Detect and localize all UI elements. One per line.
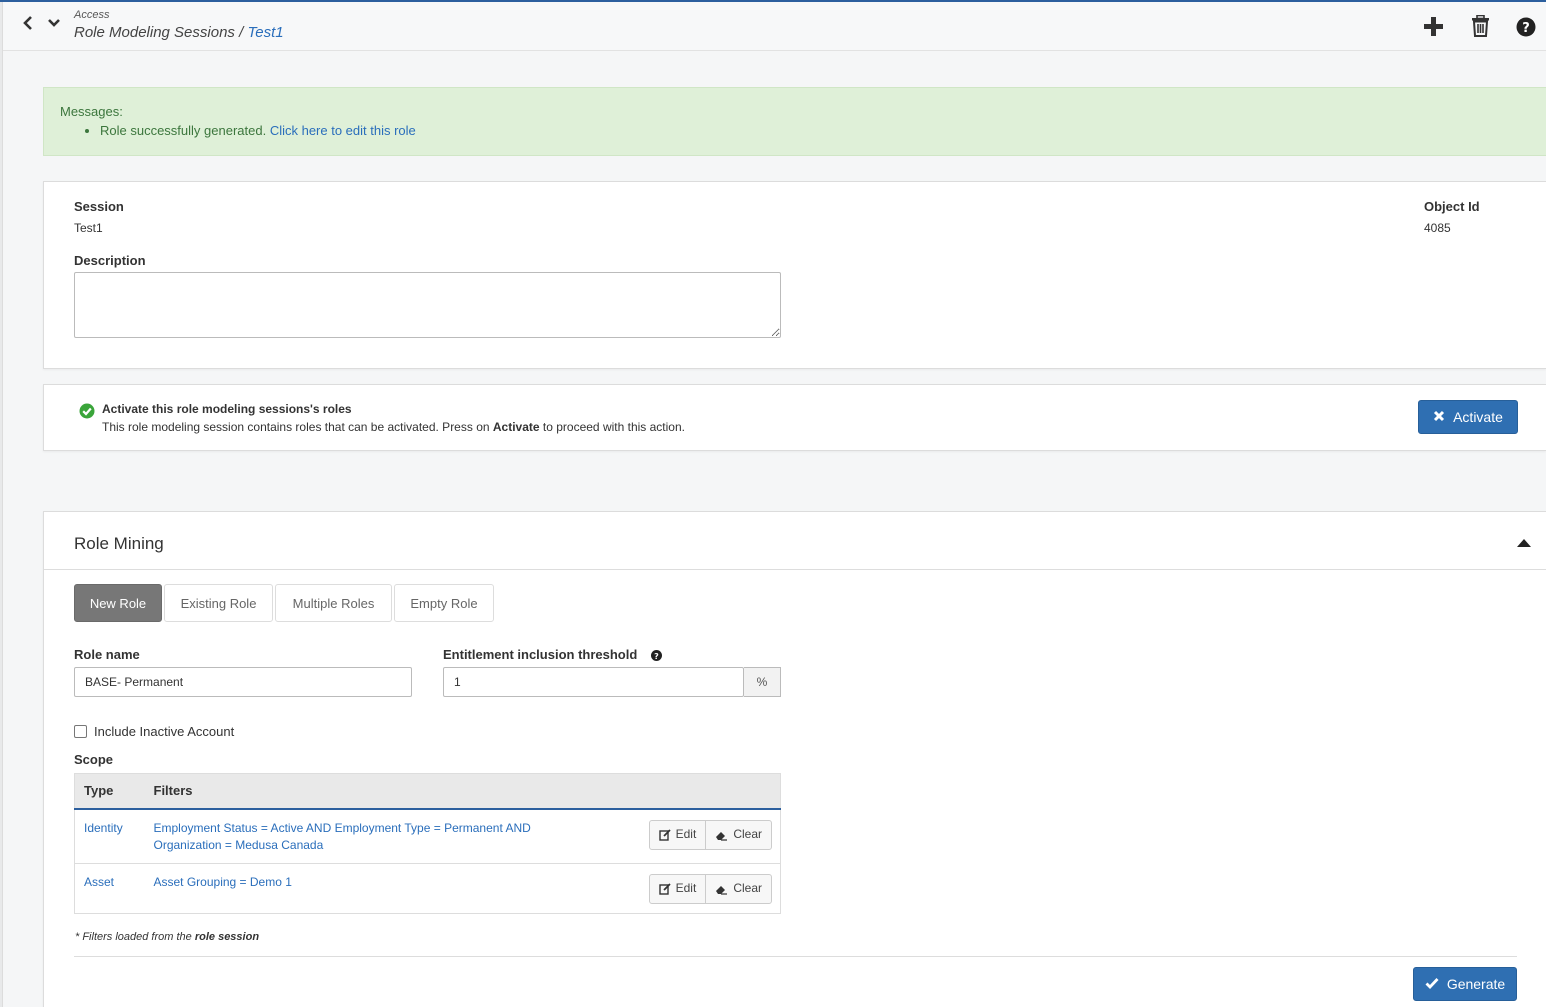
scope-filters-cell[interactable]: Employment Status = Active AND Employmen…: [144, 808, 631, 864]
object-id-value: 4085: [1424, 221, 1451, 235]
generate-button-label: Generate: [1446, 976, 1506, 992]
left-sidebar-edge: [0, 2, 3, 1007]
description-field[interactable]: [74, 272, 781, 338]
svg-text:?: ?: [654, 652, 659, 661]
message-text: Role successfully generated.: [100, 123, 270, 138]
breadcrumb-separator: /: [234, 24, 248, 41]
scope-table: Type Filters Identity Employment Status …: [74, 773, 781, 914]
activate-panel: Activate this role modeling sessions's r…: [43, 384, 1546, 451]
tab-existing-role[interactable]: Existing Role: [164, 584, 273, 622]
session-label: Session: [74, 199, 124, 214]
edit-button[interactable]: Edit: [650, 875, 706, 903]
include-inactive-row: Include Inactive Account: [74, 724, 234, 739]
activate-button[interactable]: Activate: [1418, 400, 1518, 434]
chevron-down-icon[interactable]: [47, 16, 61, 35]
breadcrumb-parent[interactable]: Role Modeling Sessions: [74, 24, 235, 41]
scope-type-cell[interactable]: Asset: [74, 863, 145, 914]
footnote-bold: role session: [194, 931, 260, 943]
footer-divider: [74, 956, 1517, 957]
eraser-icon: [716, 831, 728, 841]
back-arrow-icon[interactable]: [23, 16, 33, 35]
scope-type-cell[interactable]: Identity: [74, 808, 145, 864]
include-inactive-label: Include Inactive Account: [94, 724, 235, 739]
edit-button-label: Edit: [675, 827, 697, 841]
close-icon: [1433, 409, 1445, 425]
scope-actions-cell: Edit Clear: [630, 863, 781, 914]
column-header-type: Type: [74, 773, 145, 810]
clear-button[interactable]: Clear: [705, 874, 771, 903]
messages-list: Role successfully generated. Click here …: [60, 123, 1530, 138]
edit-button-label: Edit: [675, 881, 697, 895]
scope-action-group: Edit Clear: [648, 819, 772, 850]
edit-role-link[interactable]: Click here to edit this role: [270, 123, 416, 138]
role-name-label: Role name: [74, 647, 140, 662]
edit-icon: [658, 882, 671, 895]
scope-footnote: * Filters loaded from the role session: [75, 931, 259, 943]
threshold-input[interactable]: 1: [443, 667, 744, 697]
eraser-icon: [716, 885, 728, 895]
breadcrumb-current[interactable]: Test1: [247, 24, 283, 41]
generate-button[interactable]: Generate: [1413, 967, 1517, 1001]
edit-button[interactable]: Edit: [650, 821, 706, 849]
clear-button-label: Clear: [733, 827, 762, 841]
activate-title: Activate this role modeling sessions's r…: [102, 402, 352, 416]
help-icon[interactable]: ?: [1516, 17, 1536, 40]
activate-description: This role modeling session contains role…: [102, 420, 685, 434]
scope-label: Scope: [74, 752, 114, 767]
activate-text-before: This role modeling session contains role…: [102, 420, 493, 434]
svg-text:?: ?: [1522, 21, 1530, 36]
section-divider: [44, 569, 1546, 570]
tab-multiple-roles[interactable]: Multiple Roles: [275, 584, 392, 622]
page-header: Access Role Modeling Sessions / Test1 ?: [3, 2, 1546, 51]
tab-empty-role[interactable]: Empty Role: [394, 584, 494, 622]
threshold-label: Entitlement inclusion threshold: [443, 647, 638, 662]
percent-addon: %: [744, 667, 781, 697]
scope-table-header: Type Filters: [74, 773, 781, 810]
column-header-actions: [630, 773, 781, 810]
clear-button-label: Clear: [733, 881, 762, 895]
add-icon[interactable]: [1423, 16, 1444, 40]
question-circle-icon[interactable]: ?: [651, 649, 662, 664]
messages-title: Messages:: [60, 104, 123, 119]
include-inactive-checkbox[interactable]: [74, 725, 87, 738]
tab-new-role[interactable]: New Role: [74, 584, 162, 622]
edit-icon: [658, 828, 671, 841]
table-row: Asset Asset Grouping = Demo 1 Edit Clear: [74, 863, 781, 914]
activate-text-bold: Activate: [492, 420, 540, 434]
scope-filters-cell[interactable]: Asset Grouping = Demo 1: [144, 863, 631, 914]
object-id-label: Object Id: [1424, 199, 1480, 214]
session-panel: Session Test1 Object Id 4085 Description: [43, 181, 1546, 369]
breadcrumb-section: Access: [74, 9, 110, 21]
role-mining-title: Role Mining: [74, 534, 164, 553]
table-row: Identity Employment Status = Active AND …: [74, 808, 781, 864]
message-item: Role successfully generated. Click here …: [100, 123, 1530, 138]
session-value: Test1: [74, 221, 103, 235]
column-header-filters: Filters: [144, 773, 631, 810]
footnote-text: * Filters loaded from the: [75, 931, 195, 943]
activate-text-after: to proceed with this action.: [539, 420, 685, 434]
role-mining-panel: Role Mining New Role Existing Role Multi…: [43, 511, 1546, 1007]
breadcrumb: Role Modeling Sessions / Test1: [74, 24, 284, 41]
trash-icon[interactable]: [1471, 14, 1490, 40]
role-name-input[interactable]: BASE- Permanent: [74, 667, 412, 697]
scope-actions-cell: Edit Clear: [630, 808, 781, 864]
clear-button[interactable]: Clear: [705, 820, 771, 849]
scope-action-group: Edit Clear: [648, 873, 772, 904]
check-circle-icon: [79, 403, 95, 422]
success-message-box: Messages: Role successfully generated. C…: [43, 87, 1546, 156]
check-icon: [1425, 976, 1439, 992]
description-label: Description: [74, 253, 146, 268]
activate-button-label: Activate: [1453, 409, 1503, 425]
collapse-caret-icon[interactable]: [1516, 536, 1532, 551]
